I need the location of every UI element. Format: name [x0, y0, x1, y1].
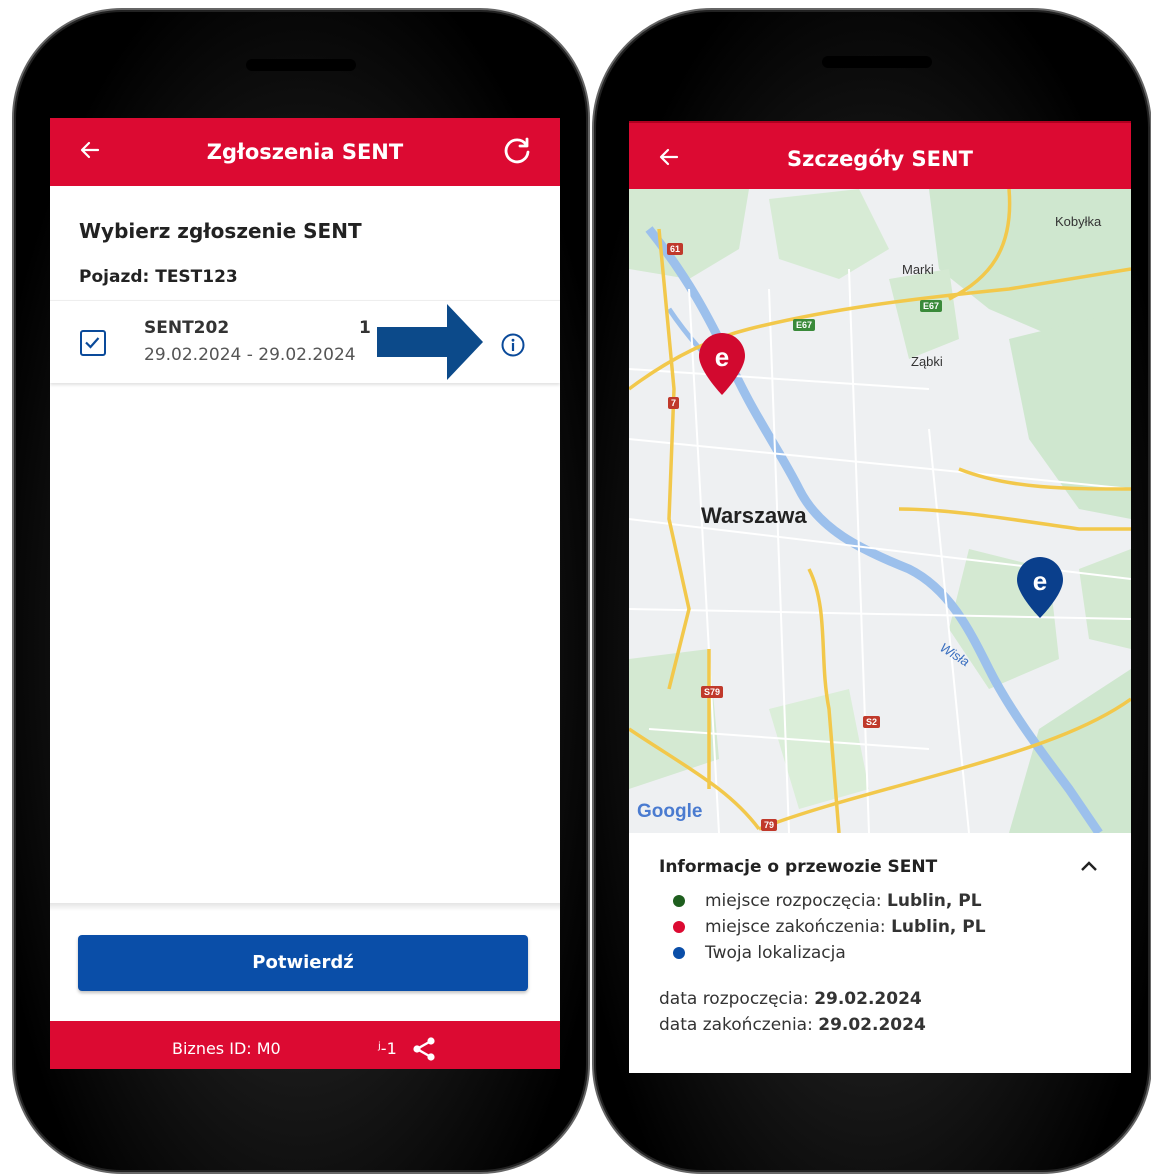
speaker-grille: [246, 59, 356, 71]
info-icon[interactable]: [500, 332, 526, 362]
place-label: Marki: [902, 262, 934, 277]
place-label: Ząbki: [911, 354, 943, 369]
legend: miejsce rozpoczęcia: Lublin, PL miejsce …: [673, 891, 986, 969]
end-dot-icon: [673, 921, 685, 933]
end-date-row: data zakończenia: 29.02.2024: [659, 1015, 926, 1035]
checkbox[interactable]: [80, 330, 106, 356]
page-title: Szczegóły SENT: [787, 147, 973, 171]
app-bar: Szczegóły SENT: [629, 121, 1131, 191]
legend-value: Lublin, PL: [891, 917, 986, 937]
share-icon[interactable]: [410, 1035, 438, 1067]
page-title: Zgłoszenia SENT: [206, 140, 404, 164]
road-shield: S2: [863, 716, 881, 728]
sent-dates: 29.02.2024 - 29.02.2024: [144, 345, 356, 365]
road-shield: S79: [701, 686, 724, 698]
confirm-button[interactable]: Potwierdź: [78, 935, 528, 991]
city-label: Warszawa: [701, 503, 807, 528]
refresh-icon[interactable]: [502, 136, 532, 172]
start-date-label: data rozpoczęcia:: [659, 989, 815, 1009]
svg-text:e: e: [1033, 566, 1047, 596]
road-shield: 7: [668, 397, 680, 409]
map-view[interactable]: 61 7 E67 E67 S79 S2 79 Warszawa Kobyłka …: [629, 189, 1131, 833]
chevron-up-icon[interactable]: [1077, 855, 1101, 883]
left-screen: Zgłoszenia SENT Wybierz zgłoszenie SENT …: [50, 118, 560, 1069]
sent-id-tail: 1: [359, 318, 371, 338]
end-location-marker-icon[interactable]: e: [696, 331, 748, 397]
footer-bar: Biznes ID: M0 ʲ-1: [50, 1021, 560, 1069]
sent-id: SENT202: [144, 318, 230, 338]
end-date-label: data zakończenia:: [659, 1015, 819, 1035]
start-dot-icon: [673, 895, 685, 907]
vehicle-label: Pojazd: TEST123: [79, 267, 238, 287]
divider: [50, 903, 560, 911]
legend-item-start: miejsce rozpoczęcia: Lublin, PL: [673, 891, 986, 917]
speaker-grille: [822, 56, 932, 68]
road-shield: 61: [667, 243, 684, 255]
legend-label: miejsce zakończenia:: [705, 917, 892, 937]
svg-text:e: e: [715, 342, 729, 372]
road-shield: E67: [793, 319, 816, 331]
legend-value: Lublin, PL: [887, 891, 982, 911]
info-panel-title: Informacje o przewozie SENT: [659, 857, 938, 877]
road-shield: 79: [761, 819, 778, 831]
right-screen: Szczegóły SENT 61 7 E67 E67 S79 S2 79 Wa…: [629, 121, 1131, 1073]
road-shield: E67: [920, 300, 943, 312]
end-date-value: 29.02.2024: [818, 1015, 926, 1035]
place-label: Kobyłka: [1055, 214, 1102, 229]
current-location-marker-icon[interactable]: e: [1015, 556, 1065, 620]
start-date-row: data rozpoczęcia: 29.02.2024: [659, 989, 922, 1009]
legend-item-location: Twoja lokalizacja: [673, 943, 986, 969]
start-date-value: 29.02.2024: [814, 989, 922, 1009]
map-provider-logo: Google: [637, 801, 703, 822]
legend-label: Twoja lokalizacja: [705, 943, 846, 963]
app-bar: Zgłoszenia SENT: [50, 118, 560, 186]
location-dot-icon: [673, 947, 685, 959]
legend-label: miejsce rozpoczęcia:: [705, 891, 888, 911]
right-phone-frame: Szczegóły SENT 61 7 E67 E67 S79 S2 79 Wa…: [592, 8, 1151, 1174]
business-id-label: Biznes ID: M0: [172, 1039, 281, 1058]
left-phone-frame: Zgłoszenia SENT Wybierz zgłoszenie SENT …: [12, 8, 590, 1174]
legend-item-end: miejsce zakończenia: Lublin, PL: [673, 917, 986, 943]
section-heading: Wybierz zgłoszenie SENT: [79, 219, 362, 243]
business-id-suffix: ʲ-1: [378, 1039, 397, 1058]
info-panel: Informacje o przewozie SENT miejsce rozp…: [629, 833, 1131, 1073]
annotation-arrow-icon: [377, 304, 483, 380]
